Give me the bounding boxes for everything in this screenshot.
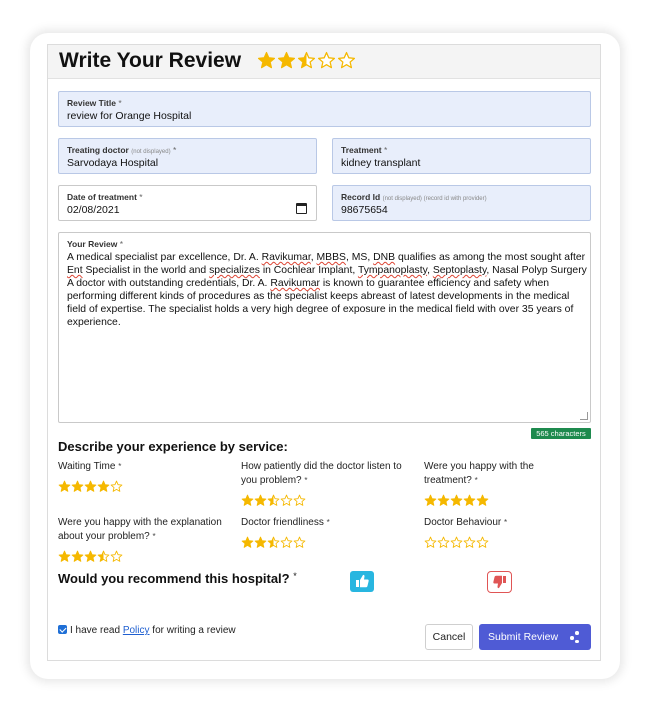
date-of-treatment-field[interactable]: Date of treatment * 02/08/2021	[58, 185, 317, 221]
star-icon[interactable]	[254, 494, 267, 507]
star-icon[interactable]	[297, 51, 316, 70]
star-icon[interactable]	[450, 494, 463, 507]
star-icon[interactable]	[71, 480, 84, 493]
star-icon[interactable]	[337, 51, 356, 70]
service-waiting-time-label: Waiting Time *	[58, 461, 122, 472]
treatment-label: Treatment	[341, 145, 382, 155]
thumbs-down-icon	[493, 575, 506, 589]
star-icon[interactable]	[437, 536, 450, 549]
treating-doctor-value[interactable]: Sarvodaya Hospital	[67, 157, 158, 169]
star-icon[interactable]	[424, 494, 437, 507]
star-icon[interactable]	[241, 494, 254, 507]
star-icon[interactable]	[293, 494, 306, 507]
star-icon[interactable]	[450, 536, 463, 549]
star-icon[interactable]	[267, 494, 280, 507]
star-icon[interactable]	[58, 550, 71, 563]
your-review-textarea[interactable]: Your Review * A medical specialist par e…	[58, 232, 591, 423]
resize-handle-icon[interactable]	[580, 412, 588, 420]
thumbs-up-button[interactable]	[350, 571, 374, 592]
star-icon[interactable]	[71, 550, 84, 563]
calendar-icon[interactable]	[296, 203, 307, 214]
service-listen-stars[interactable]	[241, 494, 306, 507]
star-icon[interactable]	[463, 494, 476, 507]
review-body-text[interactable]: A medical specialist par excellence, Dr.…	[67, 252, 587, 329]
treating-doctor-label: Treating doctor	[67, 145, 129, 155]
star-icon[interactable]	[254, 536, 267, 549]
star-icon[interactable]	[476, 536, 489, 549]
star-icon[interactable]	[110, 480, 123, 493]
star-icon[interactable]	[317, 51, 336, 70]
star-icon[interactable]	[424, 536, 437, 549]
star-icon[interactable]	[293, 536, 306, 549]
star-icon[interactable]	[97, 550, 110, 563]
thumbs-down-button[interactable]	[487, 571, 512, 593]
record-id-label: Record Id	[341, 192, 381, 202]
service-friendliness-stars[interactable]	[241, 536, 306, 549]
star-icon[interactable]	[463, 536, 476, 549]
star-icon[interactable]	[84, 550, 97, 563]
review-header: Write Your Review	[48, 45, 600, 79]
submit-review-button[interactable]: Submit Review	[479, 624, 591, 650]
policy-link[interactable]: Policy	[123, 625, 150, 636]
policy-agreement: I have read Policy for writing a review	[58, 625, 236, 636]
star-icon[interactable]	[84, 480, 97, 493]
star-icon[interactable]	[97, 480, 110, 493]
service-explanation-label: Were you happy with the explanation abou…	[58, 517, 222, 542]
your-review-label: Your Review	[67, 239, 118, 249]
treatment-value[interactable]: kidney transplant	[341, 157, 420, 169]
page-title: Write Your Review	[59, 49, 242, 72]
treatment-field[interactable]: Treatment * kidney transplant	[332, 138, 591, 174]
record-id-value[interactable]: 98675654	[341, 204, 388, 216]
policy-checkbox[interactable]	[58, 625, 67, 634]
service-treatment-stars[interactable]	[424, 494, 489, 507]
recommend-question: Would you recommend this hospital? *	[58, 571, 297, 586]
review-title-field[interactable]: Review Title * review for Orange Hospita…	[58, 91, 591, 127]
service-listen-label: How patiently did the doctor listen to y…	[241, 461, 402, 486]
service-treatment-label: Were you happy with the treatment? *	[424, 461, 534, 486]
star-icon[interactable]	[241, 536, 254, 549]
service-behaviour-stars[interactable]	[424, 536, 489, 549]
star-icon[interactable]	[110, 550, 123, 563]
star-icon[interactable]	[437, 494, 450, 507]
thumbs-up-icon	[356, 574, 369, 588]
loading-spinner-icon	[570, 631, 582, 643]
service-friendliness-label: Doctor friendliness *	[241, 517, 330, 528]
review-title-value[interactable]: review for Orange Hospital	[67, 110, 191, 122]
star-icon[interactable]	[58, 480, 71, 493]
service-explanation-stars[interactable]	[58, 550, 123, 563]
cancel-button[interactable]: Cancel	[425, 624, 473, 650]
star-icon[interactable]	[280, 536, 293, 549]
star-icon[interactable]	[257, 51, 276, 70]
review-title-label: Review Title	[67, 98, 116, 108]
star-icon[interactable]	[280, 494, 293, 507]
service-behaviour-label: Doctor Behaviour *	[424, 517, 508, 528]
record-id-field[interactable]: Record Id (not displayed) (record id wit…	[332, 185, 591, 221]
treating-doctor-field[interactable]: Treating doctor (not displayed) * Sarvod…	[58, 138, 317, 174]
date-of-treatment-value[interactable]: 02/08/2021	[67, 204, 120, 216]
service-waiting-time-stars[interactable]	[58, 480, 123, 493]
star-icon[interactable]	[267, 536, 280, 549]
services-heading: Describe your experience by service:	[58, 439, 288, 454]
star-icon[interactable]	[277, 51, 296, 70]
star-icon[interactable]	[476, 494, 489, 507]
overall-rating-stars[interactable]	[257, 51, 357, 70]
character-count-badge: 565 characters	[531, 428, 591, 439]
date-of-treatment-label: Date of treatment	[67, 192, 137, 202]
